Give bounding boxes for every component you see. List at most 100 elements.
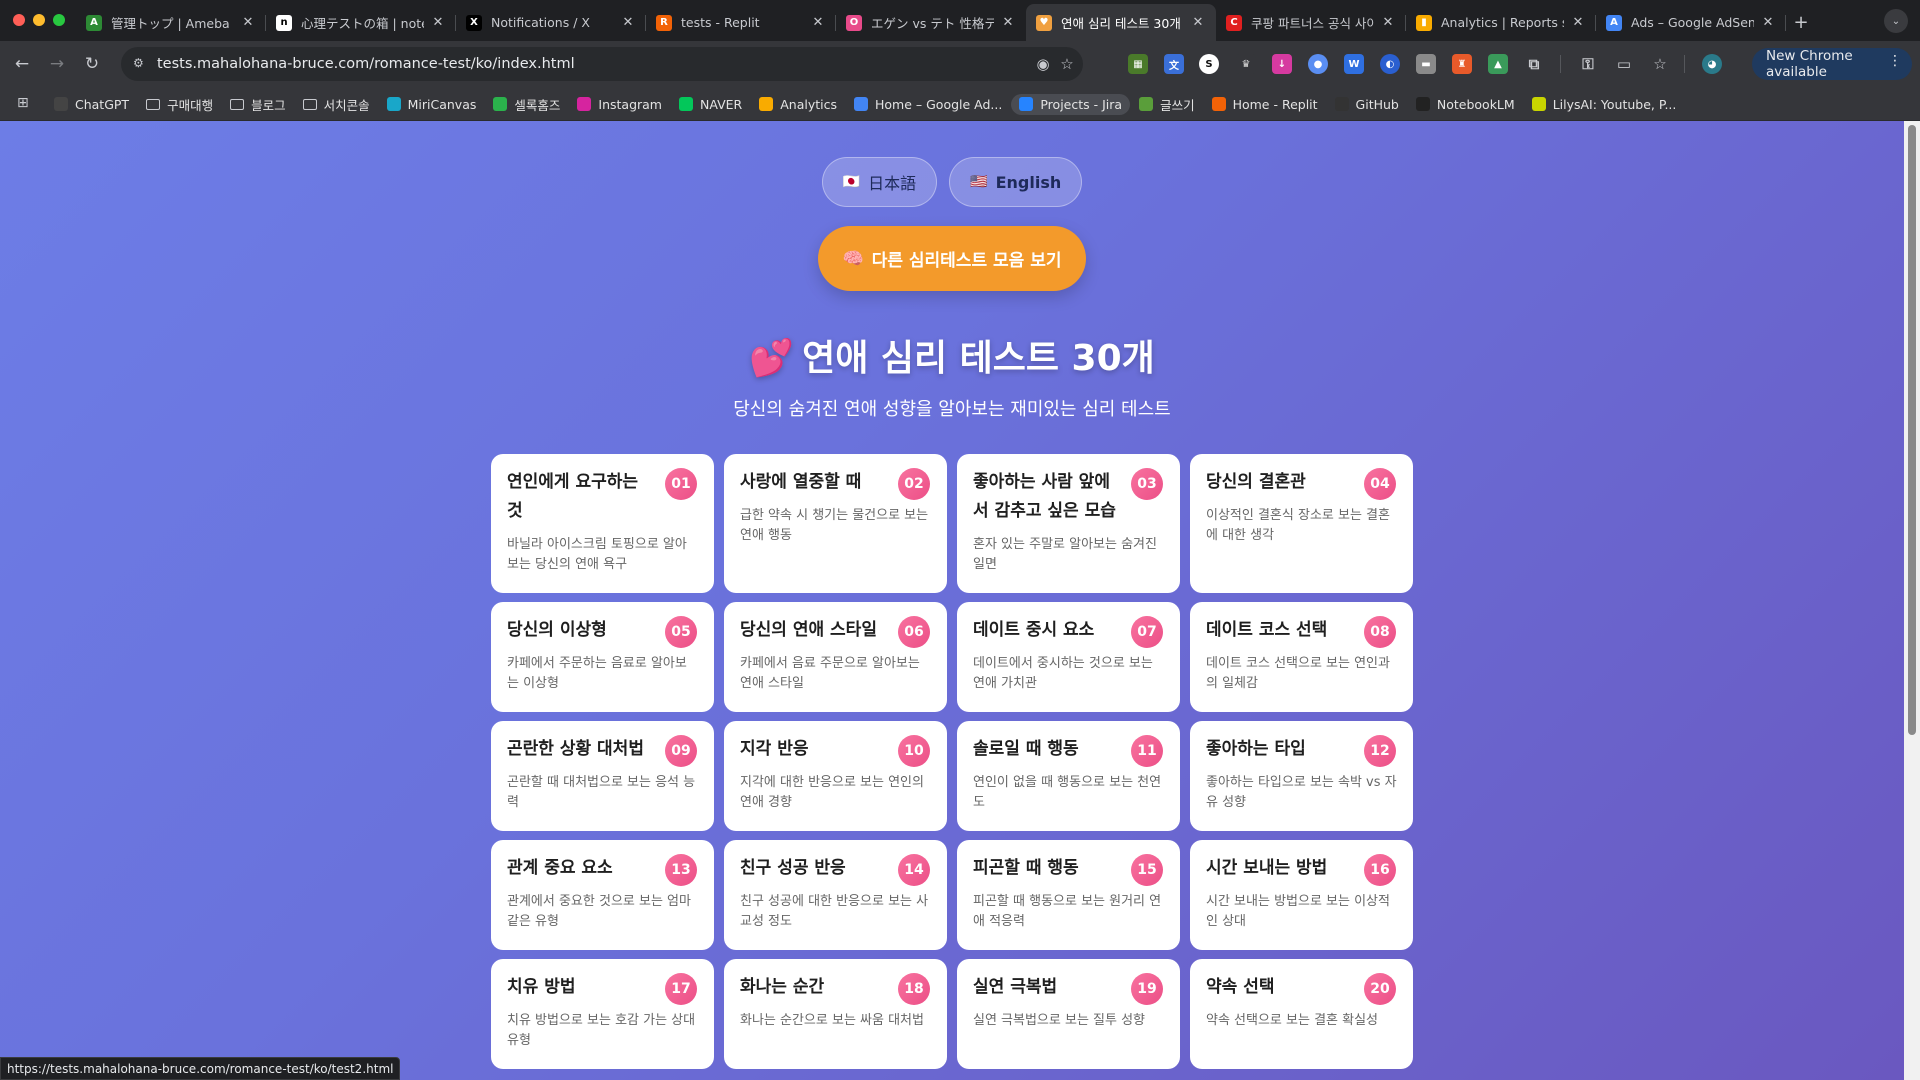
test-card[interactable]: 치유 방법 17 치유 방법으로 보는 호감 가는 상대 유형 [491, 959, 714, 1069]
test-card-description: 피곤할 때 행동으로 보는 원거리 연애 적응력 [973, 894, 1162, 929]
new-tab-button[interactable]: + [1786, 4, 1816, 41]
close-tab-icon[interactable]: ✕ [1380, 15, 1396, 30]
lang-english-button[interactable]: 🇺🇸 English [949, 157, 1083, 207]
test-card[interactable]: 연인에게 요구하는 것 01 바닐라 아이스크림 토핑으로 알아보는 당신의 연애 … [491, 454, 714, 593]
close-tab-icon[interactable]: ✕ [1760, 15, 1776, 30]
browser-tab[interactable]: O エゲン vs テト 性格テス ✕ [836, 4, 1026, 41]
site-info-icon[interactable]: ⚙ [133, 56, 149, 72]
back-button[interactable]: ← [10, 52, 34, 76]
bookmark-item[interactable]: MiriCanvas [386, 97, 476, 112]
us-flag-icon: 🇺🇸 [970, 174, 988, 190]
tab-search-button[interactable]: ⌄ [1884, 9, 1908, 33]
extension-icon[interactable]: S [1199, 54, 1219, 74]
close-tab-icon[interactable]: ✕ [1570, 15, 1586, 30]
bookmark-item[interactable]: Instagram [577, 97, 662, 112]
url-text[interactable]: tests.mahalohana-bruce.com/romance-test/… [157, 56, 575, 72]
browser-tab[interactable]: ▮ Analytics | Reports sn ✕ [1406, 4, 1596, 41]
extension-icon[interactable]: ♛ [1236, 54, 1256, 74]
browser-tab[interactable]: Rtests - Replit ✕ [646, 4, 836, 41]
bookmark-item[interactable]: LilysAI: Youtube, P... [1531, 97, 1676, 112]
close-tab-icon[interactable]: ✕ [810, 15, 826, 30]
extension-icon[interactable]: ♜ [1452, 54, 1472, 74]
close-tab-icon[interactable]: ✕ [620, 15, 636, 30]
lang-japanese-button[interactable]: 🇯🇵 日本語 [821, 157, 938, 207]
test-card[interactable]: 화나는 순간 18 화나는 순간으로 보는 싸움 대처법 [724, 959, 947, 1069]
page-scrollbar[interactable] [1904, 121, 1920, 1080]
test-card[interactable]: 데이트 중시 요소 07 데이트에서 중시하는 것으로 보는 연애 가치관 [957, 602, 1180, 712]
test-card[interactable]: 솔로일 때 행동 11 연인이 없을 때 행동으로 보는 천연도 [957, 721, 1180, 831]
bookmark-item[interactable]: 셀록홈즈 [493, 95, 560, 114]
bookmark-item[interactable]: ChatGPT [54, 97, 129, 112]
forward-button[interactable]: → [45, 52, 69, 76]
extension-icon[interactable]: W [1344, 54, 1364, 74]
browser-tab[interactable]: A Ads – Google AdSen ✕ [1596, 4, 1786, 41]
close-tab-icon[interactable]: ✕ [430, 15, 446, 30]
bookmark-label: Instagram [598, 96, 662, 112]
password-key-icon[interactable]: ⚿ [1578, 54, 1598, 74]
test-card[interactable]: 피곤할 때 행동 15 피곤할 때 행동으로 보는 원거리 연애 적응력 [957, 840, 1180, 950]
maximize-window-button[interactable] [53, 14, 65, 26]
bookmark-label: Projects - Jira [1040, 96, 1123, 112]
eye-icon[interactable]: ◉ [1033, 54, 1053, 74]
extension-icon[interactable]: ◐ [1380, 54, 1400, 74]
extension-icon[interactable]: ▦ [1128, 54, 1148, 74]
test-card[interactable]: 친구 성공 반응 14 친구 성공에 대한 반응으로 보는 사교성 정도 [724, 840, 947, 950]
bookmarks-icon[interactable]: ☆ [1650, 54, 1670, 74]
bookmark-star-icon[interactable]: ☆ [1057, 54, 1077, 74]
instagram-icon [577, 97, 592, 111]
bookmark-label: GitHub [1355, 96, 1399, 112]
browser-tab[interactable]: ♥ 연애 심리 테스트 30개 | ✕ [1026, 4, 1216, 41]
test-card[interactable]: 사랑에 열중할 때 02 급한 약속 시 챙기는 물건으로 보는 연애 행동 [724, 454, 947, 593]
test-card[interactable]: 데이트 코스 선택 08 데이트 코스 선택으로 보는 연인과의 일체감 [1190, 602, 1413, 712]
bookmark-item[interactable]: Analytics [759, 97, 837, 112]
profile-avatar[interactable]: ◕ [1702, 54, 1722, 74]
apps-grid-icon[interactable]: ⊞ [17, 95, 33, 111]
minimize-window-button[interactable] [33, 14, 45, 26]
bookmark-item[interactable]: 구매대행 [146, 95, 213, 114]
bookmark-item[interactable]: 블로그 [230, 95, 286, 114]
bookmark-item[interactable]: 서치콘솔 [302, 95, 370, 114]
chrome-update-button[interactable]: New Chrome available ⋮ [1752, 48, 1912, 80]
test-card[interactable]: 관계 중요 요소 13 관계에서 중요한 것으로 보는 엄마 같은 유형 [491, 840, 714, 950]
card-icon[interactable]: ▭ [1614, 54, 1634, 74]
extension-icon[interactable]: ● [1308, 54, 1328, 74]
download-icon[interactable]: ↓ [1272, 54, 1292, 74]
menu-dots-icon[interactable]: ⋮ [1888, 53, 1902, 69]
bookmark-item[interactable]: 글쓰기 [1139, 95, 1195, 114]
test-number-badge: 07 [1131, 616, 1163, 648]
browser-tab[interactable]: X Notifications / X ✕ [456, 4, 646, 41]
test-card[interactable]: 시간 보내는 방법 16 시간 보내는 방법으로 보는 이상적인 상대 [1190, 840, 1413, 950]
test-card[interactable]: 실연 극복법 19 실연 극복법으로 보는 질투 성향 [957, 959, 1180, 1069]
test-card[interactable]: 곤란한 상황 대처법 09 곤란할 때 대처법으로 보는 응석 능력 [491, 721, 714, 831]
reload-button[interactable]: ↻ [80, 52, 104, 76]
bookmark-item[interactable]: NotebookLM [1415, 97, 1515, 112]
scrollbar-thumb[interactable] [1908, 125, 1916, 735]
close-window-button[interactable] [13, 14, 25, 26]
bookmark-item[interactable]: Home – Google Ad... [854, 97, 1002, 112]
browser-tab[interactable]: A 管理トップ | Ameba (Ｆ ✕ [76, 4, 266, 41]
bookmark-item[interactable]: GitHub [1334, 96, 1399, 112]
translate-icon[interactable]: 文 [1164, 54, 1184, 74]
extension-icon[interactable]: ▬ [1416, 54, 1436, 74]
browser-tab[interactable]: C 쿠팡 파트너스 공식 사이트 ✕ [1216, 4, 1406, 41]
test-card[interactable]: 좋아하는 사람 앞에서 감추고 싶은 모습 03 혼자 있는 주말로 알아보는 숨겨… [957, 454, 1180, 593]
extension-icon[interactable]: ▲ [1488, 54, 1508, 74]
miricanvas-icon [386, 97, 401, 111]
bookmark-item[interactable]: NAVER [678, 97, 742, 112]
close-tab-icon[interactable]: ✕ [1190, 15, 1206, 30]
browser-tab[interactable]: n 心理テストの箱 | note ✕ [266, 4, 456, 41]
test-card[interactable]: 좋아하는 타입 12 좋아하는 타입으로 보는 속박 vs 자유 성향 [1190, 721, 1413, 831]
test-card[interactable]: 지각 반응 10 지각에 대한 반응으로 보는 연인의 연애 경향 [724, 721, 947, 831]
test-card[interactable]: 당신의 결혼관 04 이상적인 결혼식 장소로 보는 결혼에 대한 생각 [1190, 454, 1413, 593]
close-tab-icon[interactable]: ✕ [240, 15, 256, 30]
bookmark-item[interactable]: Projects - Jira [1011, 93, 1131, 115]
more-tests-button[interactable]: 🧠 다른 심리테스트 모음 보기 [818, 226, 1086, 291]
address-bar[interactable]: ⚙ tests.mahalohana-bruce.com/romance-tes… [121, 47, 1083, 81]
test-card[interactable]: 약속 선택 20 약속 선택으로 보는 결혼 확실성 [1190, 959, 1413, 1069]
close-tab-icon[interactable]: ✕ [1000, 15, 1016, 30]
puzzle-icon[interactable]: ⧉ [1524, 54, 1544, 74]
more-tests-label: 다른 심리테스트 모음 보기 [871, 251, 1062, 271]
test-card[interactable]: 당신의 이상형 05 카페에서 주문하는 음료로 알아보는 이상형 [491, 602, 714, 712]
test-card[interactable]: 당신의 연애 스타일 06 카페에서 음료 주문으로 알아보는 연애 스타일 [724, 602, 947, 712]
bookmark-item[interactable]: Home - Replit [1211, 97, 1318, 112]
